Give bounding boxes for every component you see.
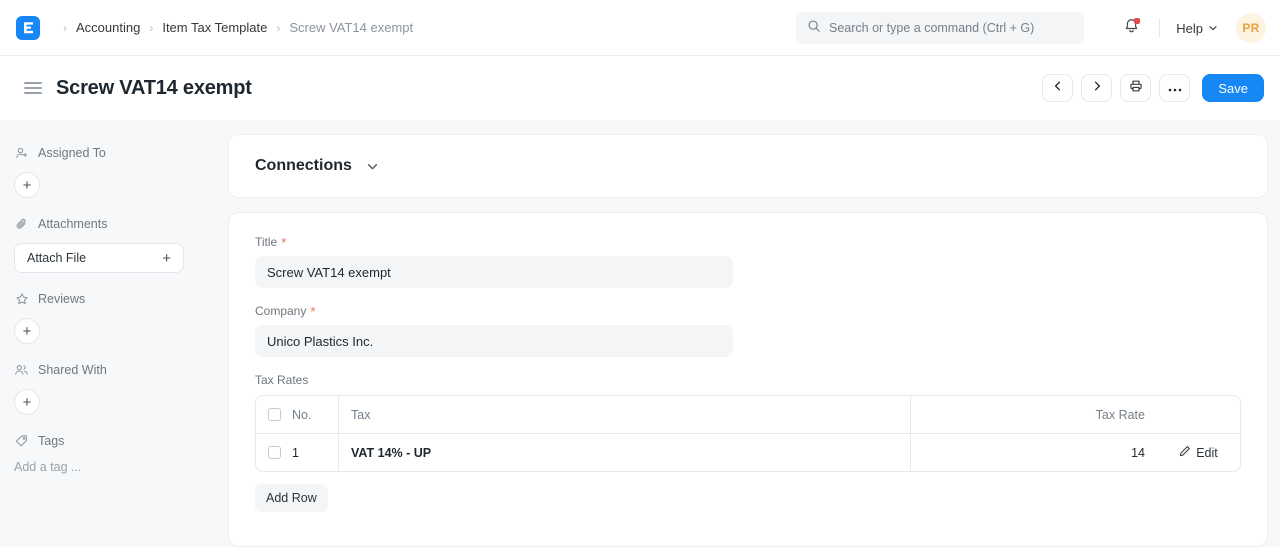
users-icon: [14, 363, 29, 377]
connections-title: Connections: [255, 157, 352, 174]
row-checkbox-cell[interactable]: [256, 446, 292, 459]
select-all-checkbox-cell[interactable]: [256, 408, 292, 421]
breadcrumb-item-accounting[interactable]: Accounting: [76, 20, 140, 35]
row-tax-name[interactable]: VAT 14% - UP: [338, 434, 910, 471]
print-button[interactable]: [1120, 74, 1152, 102]
avatar[interactable]: PR: [1236, 13, 1266, 43]
global-search[interactable]: [796, 12, 1084, 44]
help-menu-button[interactable]: Help: [1172, 17, 1222, 40]
tag-icon: [14, 434, 29, 448]
attachments-heading: Attachments: [14, 214, 214, 234]
add-share-button[interactable]: +: [14, 389, 40, 415]
page-title: Screw VAT14 exempt: [56, 76, 252, 99]
column-header-tax: Tax: [338, 396, 910, 433]
shared-with-heading: Shared With: [14, 360, 214, 380]
chevron-down-icon: [1208, 21, 1218, 36]
row-number: 1: [292, 445, 299, 460]
star-icon: [14, 292, 29, 306]
help-label: Help: [1176, 20, 1203, 36]
company-label-row: Company *: [255, 304, 1241, 318]
search-icon: [807, 19, 821, 38]
previous-document-button[interactable]: [1042, 74, 1074, 102]
reviews-heading: Reviews: [14, 289, 214, 309]
sidebar-label-assigned-to: Assigned To: [38, 146, 106, 160]
sidebar-section-tags: Tags Add a tag ...: [14, 431, 214, 474]
search-box[interactable]: [796, 12, 1084, 44]
add-review-button[interactable]: +: [14, 318, 40, 344]
add-assignment-button[interactable]: +: [14, 172, 40, 198]
row-tax-rate[interactable]: 14: [910, 434, 1157, 471]
notification-badge-dot: [1134, 18, 1141, 24]
document-sidebar: Assigned To + Attachments Attach File +: [0, 120, 228, 547]
tax-rates-label: Tax Rates: [255, 373, 309, 387]
user-plus-icon: [14, 146, 29, 160]
title-input[interactable]: Screw VAT14 exempt: [255, 256, 733, 288]
table-header-row: No. Tax Tax Rate: [256, 396, 1240, 434]
chevron-left-icon: [1052, 79, 1064, 97]
chevron-right-icon: [1091, 79, 1103, 97]
title-label: Title: [255, 235, 278, 249]
sidebar-label-reviews: Reviews: [38, 292, 86, 306]
sidebar-section-shared-with: Shared With +: [14, 360, 214, 415]
company-label: Company: [255, 304, 307, 318]
main-content: Connections Title * Screw VAT14 exempt C…: [228, 120, 1280, 547]
row-edit-label: Edit: [1196, 445, 1218, 460]
field-tax-rates: Tax Rates No. Tax Tax Rate 1 VAT 14% - U…: [255, 373, 1241, 530]
company-input[interactable]: Unico Plastics Inc.: [255, 325, 733, 357]
add-tag-input[interactable]: Add a tag ...: [14, 460, 214, 474]
page-header: Screw VAT14 exempt Save: [0, 56, 1280, 120]
plus-icon: +: [162, 249, 171, 267]
save-button[interactable]: Save: [1202, 74, 1264, 102]
more-options-button[interactable]: [1159, 74, 1191, 102]
notifications-button[interactable]: [1115, 12, 1147, 44]
breadcrumb-item-item-tax-template[interactable]: Item Tax Template: [162, 20, 267, 35]
sidebar-label-attachments: Attachments: [38, 217, 108, 231]
column-header-no: No.: [292, 407, 312, 422]
column-header-actions: [1157, 396, 1240, 433]
assigned-to-heading: Assigned To: [14, 143, 214, 163]
sidebar-section-attachments: Attachments Attach File +: [14, 214, 214, 273]
select-all-checkbox[interactable]: [267, 408, 281, 421]
connections-toggle-chevron-down-icon[interactable]: [366, 160, 379, 173]
navbar-actions: Help PR: [1115, 0, 1266, 56]
sidebar-label-shared-with: Shared With: [38, 363, 107, 377]
next-document-button[interactable]: [1081, 74, 1113, 102]
add-row-button[interactable]: Add Row: [255, 484, 328, 512]
row-checkbox[interactable]: [267, 446, 281, 459]
pencil-icon: [1179, 445, 1191, 460]
attach-file-label: Attach File: [27, 251, 87, 265]
app-logo-icon[interactable]: [16, 15, 40, 40]
attach-file-button[interactable]: Attach File +: [14, 243, 184, 273]
column-header-tax-rate: Tax Rate: [910, 396, 1157, 433]
ellipsis-icon: [1168, 79, 1182, 97]
tax-rates-grid: No. Tax Tax Rate 1 VAT 14% - UP 14 Edit: [255, 395, 1241, 472]
sidebar-section-assigned-to: Assigned To +: [14, 143, 214, 198]
sidebar-section-reviews: Reviews +: [14, 289, 214, 344]
required-asterisk: *: [281, 234, 287, 250]
top-navbar: › Accounting › Item Tax Template › Screw…: [0, 0, 1280, 56]
title-label-row: Title *: [255, 235, 1241, 249]
navbar-divider: [1159, 18, 1161, 38]
breadcrumb: › Accounting › Item Tax Template › Screw…: [54, 20, 413, 35]
field-company: Company * Unico Plastics Inc.: [255, 304, 1241, 357]
printer-icon: [1129, 79, 1143, 98]
required-asterisk: *: [310, 303, 316, 319]
page-body: Assigned To + Attachments Attach File +: [0, 120, 1280, 547]
connections-card: Connections: [228, 134, 1268, 198]
sidebar-label-tags: Tags: [38, 434, 65, 448]
breadcrumb-separator-0: ›: [63, 20, 67, 35]
breadcrumb-separator-2: ›: [276, 20, 281, 35]
sidebar-toggle-icon[interactable]: [24, 82, 42, 94]
paperclip-icon: [14, 217, 29, 231]
field-title: Title * Screw VAT14 exempt: [255, 235, 1241, 288]
tags-heading: Tags: [14, 431, 214, 451]
form-card: Title * Screw VAT14 exempt Company * Uni…: [228, 212, 1268, 547]
breadcrumb-item-current: Screw VAT14 exempt: [289, 20, 414, 35]
breadcrumb-separator-1: ›: [149, 20, 154, 35]
row-edit-button[interactable]: Edit: [1157, 434, 1240, 471]
search-input[interactable]: [829, 21, 1073, 35]
page-header-actions: Save: [1042, 56, 1264, 120]
table-row[interactable]: 1 VAT 14% - UP 14 Edit: [256, 434, 1240, 471]
